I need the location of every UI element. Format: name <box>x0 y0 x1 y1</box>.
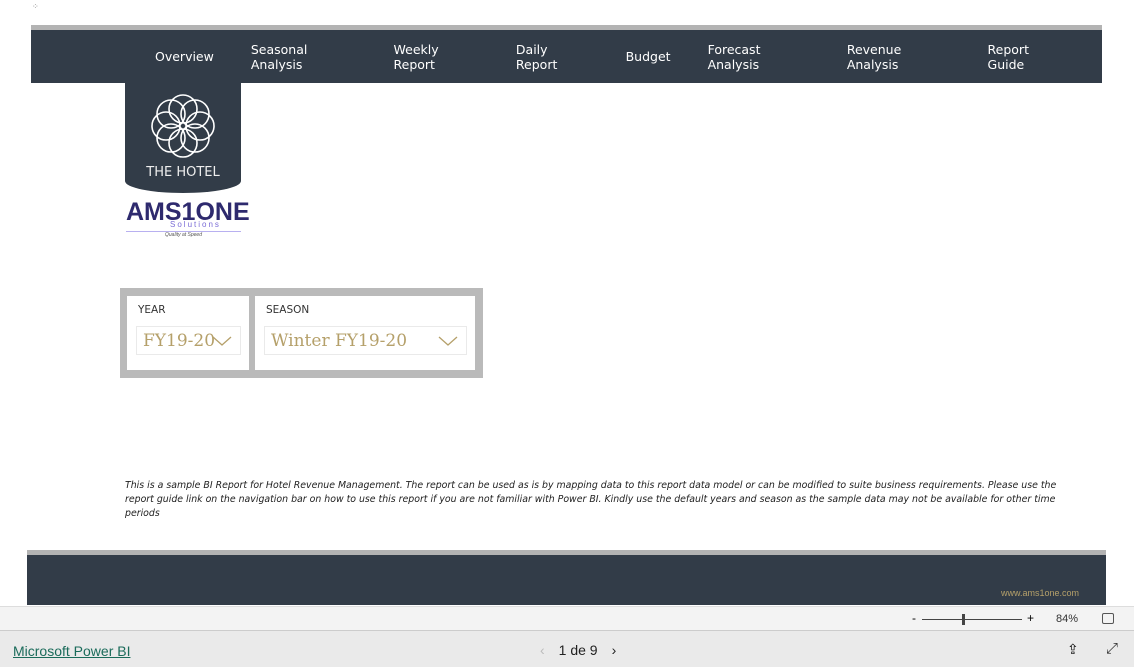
power-bi-link[interactable]: Microsoft Power BI <box>13 643 130 659</box>
season-slicer: SEASON Winter FY19-20 <box>255 296 475 370</box>
season-dropdown[interactable]: Winter FY19-20 <box>264 326 467 355</box>
zoom-in-button[interactable]: + <box>1027 611 1034 625</box>
zoom-slider-thumb[interactable] <box>962 614 965 625</box>
zoom-bar: - + 84% <box>0 606 1134 631</box>
hotel-name: THE HOTEL <box>146 165 220 180</box>
share-icon[interactable]: ⇪ <box>1067 641 1079 658</box>
navigation-bar: Overview Seasonal Analysis Weekly Report… <box>31 30 1102 83</box>
page-navigator: ‹ 1 de 9 › <box>540 642 616 658</box>
nav-report-guide[interactable]: Report Guide <box>988 42 1065 72</box>
nav-revenue-analysis[interactable]: Revenue Analysis <box>847 42 951 72</box>
page-indicator: 1 de 9 <box>558 642 598 658</box>
zoom-level: 84% <box>1056 613 1079 625</box>
nav-seasonal-analysis[interactable]: Seasonal Analysis <box>251 42 357 72</box>
previous-page-button[interactable]: ‹ <box>540 642 545 658</box>
website-link[interactable]: www.ams1one.com <box>1001 588 1079 598</box>
chevron-down-icon <box>212 332 232 352</box>
nav-weekly-report[interactable]: Weekly Report <box>394 42 479 72</box>
report-description: This is a sample BI Report for Hotel Rev… <box>125 480 1057 519</box>
season-label: SEASON <box>266 304 310 316</box>
year-slicer: YEAR FY19-20 <box>127 296 249 370</box>
brand-sub: Solutions <box>170 220 221 229</box>
bottom-bar: Microsoft Power BI ‹ 1 de 9 › ⇪ ⤢ <box>0 631 1134 667</box>
loading-icon: ⁘ <box>32 2 39 11</box>
zoom-slider[interactable] <box>922 619 1022 620</box>
zoom-out-button[interactable]: - <box>912 611 916 625</box>
next-page-button[interactable]: › <box>612 642 617 658</box>
fullscreen-icon[interactable]: ⤢ <box>1106 640 1118 657</box>
nav-budget[interactable]: Budget <box>626 49 671 64</box>
slicer-panel: YEAR FY19-20 SEASON Winter FY19-20 <box>120 288 483 378</box>
season-value: Winter FY19-20 <box>271 331 408 351</box>
flower-logo-icon <box>151 94 215 158</box>
nav-daily-report[interactable]: Daily Report <box>516 42 589 72</box>
hotel-logo: THE HOTEL <box>125 83 241 193</box>
report-footer: www.ams1one.com <box>27 555 1106 605</box>
year-label: YEAR <box>138 304 166 316</box>
chevron-down-icon <box>438 332 458 352</box>
fit-to-page-icon[interactable] <box>1102 613 1114 624</box>
year-value: FY19-20 <box>143 331 216 351</box>
brand-tagline: Quality at Speed <box>126 231 241 238</box>
year-dropdown[interactable]: FY19-20 <box>136 326 241 355</box>
nav-forecast-analysis[interactable]: Forecast Analysis <box>708 42 810 72</box>
nav-overview[interactable]: Overview <box>155 49 214 64</box>
